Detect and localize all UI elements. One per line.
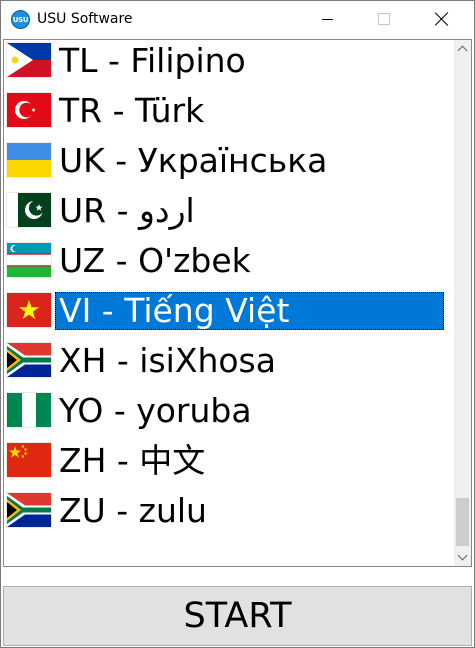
language-list[interactable]: TL - Filipino TR - Türk UK - Українська … (3, 39, 472, 567)
language-label: ZU - zulu (59, 491, 207, 530)
close-icon (435, 12, 449, 26)
close-button[interactable] (414, 1, 470, 37)
list-item-uk[interactable]: UK - Українська (4, 135, 452, 185)
language-label: ZH - 中文 (59, 441, 206, 480)
language-label: TL - Filipino (59, 41, 246, 80)
language-label: VI - Tiếng Việt (55, 292, 444, 330)
list-item-ur[interactable]: UR - اردو (4, 185, 452, 235)
ua-flag-icon (7, 143, 51, 177)
scroll-up-button[interactable] (454, 40, 471, 57)
list-item-xh[interactable]: XH - isiXhosa (4, 335, 452, 385)
chevron-up-icon (457, 45, 468, 56)
minimize-icon (321, 18, 333, 20)
za-flag-icon (7, 343, 51, 377)
za-flag-icon (7, 493, 51, 527)
title-bar[interactable]: USU USU Software (1, 1, 474, 37)
list-item-tl[interactable]: TL - Filipino (4, 40, 452, 85)
language-label: XH - isiXhosa (59, 341, 276, 380)
language-label: UR - اردو (59, 191, 195, 230)
scroll-thumb[interactable] (456, 498, 469, 546)
maximize-icon (378, 13, 390, 25)
list-item-yo[interactable]: YO - yoruba (4, 385, 452, 435)
scroll-down-button[interactable] (454, 549, 471, 566)
start-button[interactable]: START (3, 586, 472, 646)
language-label: UZ - O'zbek (59, 241, 251, 280)
list-item-zu[interactable]: ZU - zulu (4, 485, 452, 535)
window-title: USU Software (37, 11, 133, 27)
tr-flag-icon (7, 93, 51, 127)
list-item-tr[interactable]: TR - Türk (4, 85, 452, 135)
language-list-items: TL - Filipino TR - Türk UK - Українська … (4, 40, 454, 535)
minimize-button[interactable] (299, 1, 355, 37)
usu-app-icon: USU (11, 10, 30, 29)
language-label: UK - Українська (59, 141, 328, 180)
uz-flag-icon (7, 243, 51, 277)
ng-flag-icon (7, 393, 51, 427)
language-label: TR - Türk (59, 91, 205, 130)
list-item-vi[interactable]: VI - Tiếng Việt (4, 285, 452, 335)
pk-flag-icon (7, 193, 51, 227)
app-window: USU USU Software TL - Filipino TR - Türk… (0, 0, 475, 648)
cn-flag-icon (7, 443, 51, 477)
maximize-button[interactable] (356, 1, 412, 37)
chevron-down-icon (457, 550, 468, 561)
ph-flag-icon (7, 43, 51, 77)
vertical-scrollbar[interactable] (454, 40, 471, 566)
list-item-uz[interactable]: UZ - O'zbek (4, 235, 452, 285)
language-label: YO - yoruba (59, 391, 252, 430)
list-item-zh[interactable]: ZH - 中文 (4, 435, 452, 485)
vn-flag-icon (7, 293, 51, 327)
